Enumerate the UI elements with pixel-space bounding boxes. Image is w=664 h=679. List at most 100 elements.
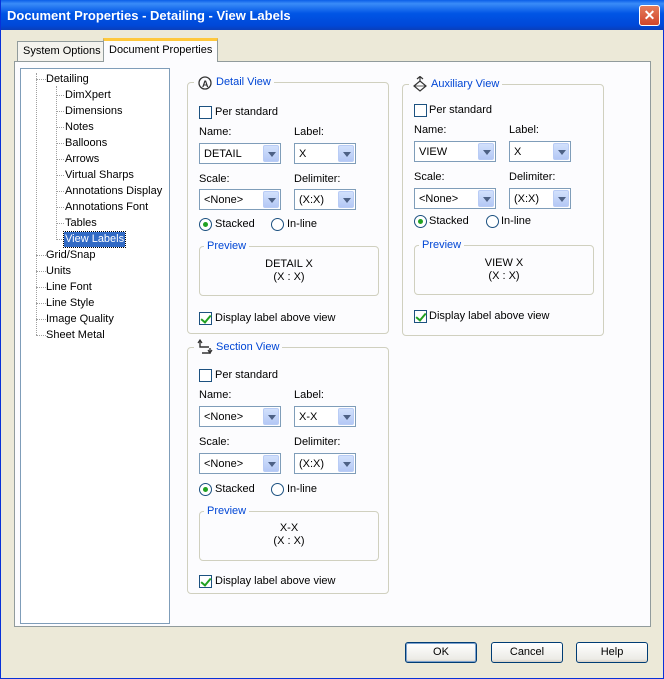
auxiliary-per-standard-label: Per standard: [429, 104, 492, 116]
tree-item-dimensions[interactable]: Dimensions: [64, 104, 123, 119]
tree-item-balloons[interactable]: Balloons: [64, 136, 108, 151]
detail-scale-select[interactable]: <None>: [199, 189, 281, 210]
chevron-down-icon[interactable]: [338, 455, 354, 472]
auxiliary-label-select[interactable]: X: [509, 141, 571, 162]
detail-stacked-radio[interactable]: [199, 218, 212, 231]
tree-connector: [56, 111, 64, 112]
tree-item-detailing[interactable]: Detailing: [45, 72, 90, 87]
auxiliary-preview-title: Preview: [419, 239, 465, 251]
auxiliary-display-above-label: Display label above view: [429, 310, 550, 322]
chevron-down-icon[interactable]: [338, 145, 354, 162]
detail-per-standard-checkbox[interactable]: [199, 106, 212, 119]
section-name-label: Name:: [199, 389, 232, 401]
chevron-down-icon[interactable]: [263, 145, 279, 162]
detail-label-value: X: [299, 148, 307, 160]
detail-view-group: A Detail View Per standard Name: Label: …: [187, 74, 389, 334]
auxiliary-stacked-radio[interactable]: [414, 215, 427, 228]
section-name-select[interactable]: <None>: [199, 406, 281, 427]
chevron-down-icon[interactable]: [338, 191, 354, 208]
auxiliary-inline-label: In-line: [501, 215, 531, 227]
svg-text:A: A: [202, 79, 209, 89]
tab-system-options[interactable]: System Options: [17, 41, 107, 61]
title-bar[interactable]: Document Properties - Detailing - View L…: [1, 0, 664, 30]
section-scale-select[interactable]: <None>: [199, 453, 281, 474]
chevron-down-icon[interactable]: [263, 408, 279, 425]
tree-connector: [56, 95, 64, 96]
tab-document-properties[interactable]: Document Properties: [103, 38, 219, 62]
section-stacked-radio[interactable]: [199, 483, 212, 496]
tree-item-image-quality[interactable]: Image Quality: [45, 312, 115, 327]
tree-connector: [56, 191, 64, 192]
auxiliary-view-icon: [413, 76, 427, 92]
tree-item-sheet-metal[interactable]: Sheet Metal: [45, 328, 106, 343]
ok-button[interactable]: OK: [405, 642, 477, 663]
tree-connector: [56, 175, 64, 176]
tree-item-line-style[interactable]: Line Style: [45, 296, 95, 311]
section-scale-value: <None>: [204, 458, 244, 470]
tree-item-annotations-display[interactable]: Annotations Display: [64, 184, 163, 199]
section-view-label: Section View: [216, 341, 280, 354]
tree-item-virtual-sharps[interactable]: Virtual Sharps: [64, 168, 135, 183]
tree-item-dimxpert[interactable]: DimXpert: [64, 88, 112, 103]
detail-stacked-label: Stacked: [215, 218, 255, 230]
section-preview-line2: (X : X): [273, 535, 305, 547]
section-per-standard-checkbox[interactable]: [199, 369, 212, 382]
auxiliary-scale-select[interactable]: <None>: [414, 188, 496, 209]
section-display-above-checkbox[interactable]: [199, 575, 212, 588]
section-stacked-label: Stacked: [215, 483, 255, 495]
tree-connector: [56, 159, 64, 160]
section-label-select[interactable]: X-X: [294, 406, 356, 427]
detail-label-select[interactable]: X: [294, 143, 356, 164]
tree-item-arrows[interactable]: Arrows: [64, 152, 100, 167]
chevron-down-icon[interactable]: [478, 190, 494, 207]
section-delimiter-label: Delimiter:: [294, 436, 341, 448]
auxiliary-name-select[interactable]: VIEW: [414, 141, 496, 162]
auxiliary-name-label: Name:: [414, 124, 447, 136]
auxiliary-delimiter-select[interactable]: (X:X): [509, 188, 571, 209]
detail-delimiter-value: (X:X): [299, 194, 325, 206]
section-label-value: X-X: [299, 411, 318, 423]
detail-delimiter-select[interactable]: (X:X): [294, 189, 356, 210]
tree-item-annotations-font[interactable]: Annotations Font: [64, 200, 149, 215]
chevron-down-icon[interactable]: [263, 191, 279, 208]
tree-item-notes[interactable]: Notes: [64, 120, 95, 135]
chevron-down-icon[interactable]: [553, 143, 569, 160]
detail-name-select[interactable]: DETAIL: [199, 143, 281, 164]
auxiliary-view-title: Auxiliary View: [409, 76, 503, 92]
auxiliary-per-standard-checkbox[interactable]: [414, 104, 427, 117]
chevron-down-icon[interactable]: [478, 143, 494, 160]
detail-preview-title: Preview: [204, 240, 250, 252]
tree-item-tables[interactable]: Tables: [64, 216, 98, 231]
chevron-down-icon[interactable]: [263, 455, 279, 472]
detail-inline-radio[interactable]: [271, 218, 284, 231]
section-preview-line1: X-X: [279, 522, 299, 534]
section-name-value: <None>: [204, 411, 244, 423]
auxiliary-display-above-checkbox[interactable]: [414, 310, 427, 323]
tree-item-units[interactable]: Units: [45, 264, 72, 279]
detail-preview-line2: (X : X): [273, 271, 305, 283]
auxiliary-name-value: VIEW: [419, 146, 448, 158]
auxiliary-label-value: X: [514, 146, 522, 158]
section-label-label: Label:: [294, 389, 324, 401]
chevron-down-icon[interactable]: [553, 190, 569, 207]
tree-item-view-labels[interactable]: View Labels: [62, 231, 127, 248]
tree-item-line-font[interactable]: Line Font: [45, 280, 93, 295]
detail-delimiter-label: Delimiter:: [294, 173, 341, 185]
detail-name-label: Name:: [199, 126, 232, 138]
window-title: Document Properties - Detailing - View L…: [7, 8, 291, 23]
tree-connector: [56, 207, 64, 208]
options-tree[interactable]: Detailing DimXpert Dimensions Notes Ball…: [20, 68, 170, 624]
help-button[interactable]: Help: [576, 642, 648, 663]
section-delimiter-select[interactable]: (X:X): [294, 453, 356, 474]
chevron-down-icon[interactable]: [338, 408, 354, 425]
cancel-button[interactable]: Cancel: [491, 642, 563, 663]
detail-per-standard-label: Per standard: [215, 106, 278, 118]
section-scale-label: Scale:: [199, 436, 230, 448]
tree-item-grid-snap[interactable]: Grid/Snap: [45, 248, 97, 263]
auxiliary-inline-radio[interactable]: [486, 215, 499, 228]
close-button[interactable]: ✕: [639, 5, 660, 26]
section-inline-radio[interactable]: [271, 483, 284, 496]
auxiliary-label-label: Label:: [509, 124, 539, 136]
detail-view-title: A Detail View: [194, 74, 274, 90]
detail-display-above-checkbox[interactable]: [199, 312, 212, 325]
